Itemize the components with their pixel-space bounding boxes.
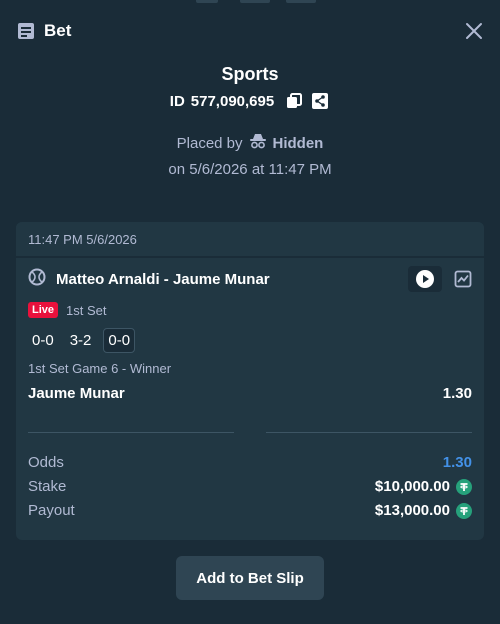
tether-icon: [456, 502, 472, 519]
match-title[interactable]: Matteo Arnaldi - Jaume Munar: [56, 271, 270, 288]
divider-right: [266, 432, 472, 433]
receipt-icon: [16, 21, 36, 41]
selection-name: Jaume Munar: [28, 385, 125, 402]
live-status-row: Live 1st Set: [28, 302, 106, 318]
bet-id-prefix: ID: [169, 92, 185, 110]
payout-label: Payout: [28, 502, 75, 519]
score-sets: 0-0: [32, 332, 54, 349]
scoreboard: 0-0 3-2 0-0: [28, 328, 136, 353]
play-button[interactable]: [408, 266, 442, 292]
payout-row: Payout $13,000.00: [28, 502, 472, 519]
odds-row: Odds 1.30: [28, 454, 472, 471]
stats-button[interactable]: [446, 266, 480, 292]
market-name: 1st Set Game 6 - Winner: [28, 361, 172, 376]
copy-icon[interactable]: [284, 91, 304, 111]
modal-title: Bet: [44, 21, 72, 40]
stake-label: Stake: [28, 478, 67, 495]
top-strip: [0, 0, 500, 4]
score-games: 3-2: [69, 332, 92, 349]
odds-value: 1.30: [442, 454, 472, 471]
divider-left: [28, 432, 234, 433]
payout-value: $13,000.00: [374, 502, 450, 519]
bet-card: 11:47 PM 5/6/2026 Matteo Arnaldi - Jaume…: [16, 222, 484, 540]
placed-by-label: Placed by: [176, 134, 243, 152]
bet-id-row: ID 577,090,695: [0, 91, 500, 111]
play-icon: [416, 270, 434, 288]
placed-by-user: Hidden: [272, 134, 324, 152]
incognito-icon: [249, 133, 267, 153]
share-icon[interactable]: [310, 91, 330, 111]
match-header[interactable]: Matteo Arnaldi - Jaume Munar: [28, 268, 270, 291]
card-timestamp: 11:47 PM 5/6/2026: [16, 222, 484, 258]
close-icon[interactable]: [464, 21, 484, 41]
stake-value: $10,000.00: [374, 478, 450, 495]
selection-row: Jaume Munar 1.30: [28, 385, 472, 402]
period-label: 1st Set: [66, 302, 107, 318]
modal-header: Bet: [16, 18, 484, 44]
chart-icon: [454, 270, 472, 288]
bet-id-number: 577,090,695: [190, 92, 275, 110]
tether-icon: [456, 478, 472, 495]
tennis-icon: [28, 268, 46, 291]
placed-on-date: on 5/6/2026 at 11:47 PM: [168, 161, 332, 178]
score-points: 0-0: [103, 328, 136, 353]
live-badge: Live: [28, 302, 59, 318]
add-to-bet-slip-button[interactable]: Add to Bet Slip: [176, 556, 324, 600]
placed-by-row: Placed by Hidden: [0, 133, 500, 153]
selection-odds: 1.30: [442, 385, 472, 402]
stake-row: Stake $10,000.00: [28, 478, 472, 495]
bet-category: Sports: [221, 64, 279, 84]
odds-label: Odds: [28, 454, 64, 471]
